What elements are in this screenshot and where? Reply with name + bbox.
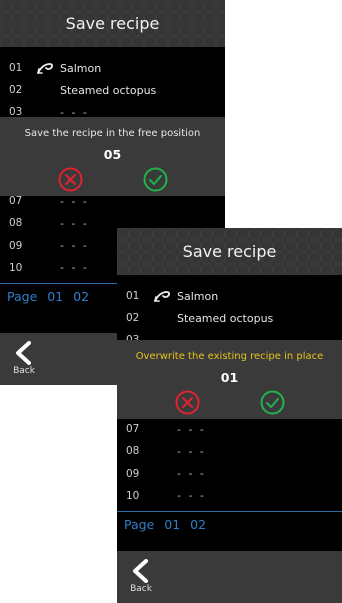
- row-number: 10: [9, 261, 23, 274]
- recipe-name: - - -: [177, 467, 206, 481]
- row-number: 08: [9, 217, 23, 230]
- screen-title: Save recipe: [182, 242, 277, 261]
- cancel-x-icon[interactable]: [175, 390, 200, 415]
- recipe-row[interactable]: 09 - - -: [117, 463, 342, 485]
- recipe-name: - - -: [60, 261, 89, 275]
- recipe-row[interactable]: 01 Salmon: [0, 57, 225, 79]
- recipe-name: Salmon: [177, 289, 219, 303]
- confirm-check-icon[interactable]: [143, 167, 168, 192]
- confirm-check-icon[interactable]: [260, 390, 285, 415]
- title-bar: Save recipe: [117, 228, 342, 275]
- back-button[interactable]: Back: [124, 559, 158, 599]
- recipe-name: Salmon: [60, 61, 102, 75]
- recipe-name: - - -: [60, 239, 89, 253]
- recipe-row[interactable]: 02 Steamed octopus: [117, 307, 342, 329]
- row-number: 10: [126, 489, 140, 502]
- recipe-name: - - -: [177, 422, 206, 436]
- fish-icon: [153, 289, 177, 303]
- recipe-name: Steamed octopus: [60, 83, 157, 97]
- screen-title: Save recipe: [65, 14, 160, 33]
- row-number: 07: [9, 195, 23, 208]
- chevron-left-icon: [16, 341, 31, 365]
- recipe-row[interactable]: 10 - - -: [117, 485, 342, 507]
- row-number: 02: [9, 84, 23, 97]
- recipe-name: - - -: [177, 444, 206, 458]
- dialog-position: 05: [103, 147, 122, 162]
- page-link-01[interactable]: 01: [164, 517, 180, 532]
- recipe-name: Steamed octopus: [177, 311, 274, 325]
- recipe-name: - - -: [60, 216, 89, 230]
- recipe-row[interactable]: 02 Steamed octopus: [0, 79, 225, 101]
- page-label: Page: [124, 517, 155, 533]
- cancel-x-icon[interactable]: [58, 167, 83, 192]
- page-link-02[interactable]: 02: [190, 517, 206, 532]
- recipe-row[interactable]: 01 Salmon: [117, 285, 342, 307]
- fish-icon: [36, 61, 60, 75]
- recipe-row[interactable]: 08 - - -: [117, 440, 342, 462]
- page-link-02[interactable]: 02: [73, 289, 89, 304]
- row-number: 08: [126, 445, 140, 458]
- pagination: Page 01 02: [117, 512, 342, 538]
- back-label: Back: [13, 366, 35, 376]
- row-number: 07: [126, 423, 140, 436]
- overwrite-dialog: Overwrite the existing recipe in place 0…: [117, 340, 342, 419]
- dialog-message: Save the recipe in the free position: [24, 128, 201, 139]
- row-number: 09: [126, 467, 140, 480]
- dialog-message: Overwrite the existing recipe in place: [135, 351, 324, 362]
- back-button[interactable]: Back: [7, 341, 41, 381]
- chevron-left-icon: [133, 559, 148, 583]
- save-dialog: Save the recipe in the free position 05: [0, 117, 225, 196]
- recipe-name: - - -: [60, 194, 89, 208]
- title-bar: Save recipe: [0, 0, 225, 47]
- recipe-row[interactable]: 07 - - -: [117, 418, 342, 440]
- back-label: Back: [130, 584, 152, 594]
- page-link-01[interactable]: 01: [47, 289, 63, 304]
- row-number: 02: [126, 312, 140, 325]
- row-number: 09: [9, 239, 23, 252]
- dialog-position: 01: [220, 370, 239, 385]
- page-label: Page: [7, 289, 38, 305]
- recipe-name: - - -: [177, 489, 206, 503]
- save-recipe-screen-overwrite: Save recipe 01 Salmon 02 Steamed octopus…: [117, 228, 342, 603]
- bottom-bar: Back: [117, 551, 342, 603]
